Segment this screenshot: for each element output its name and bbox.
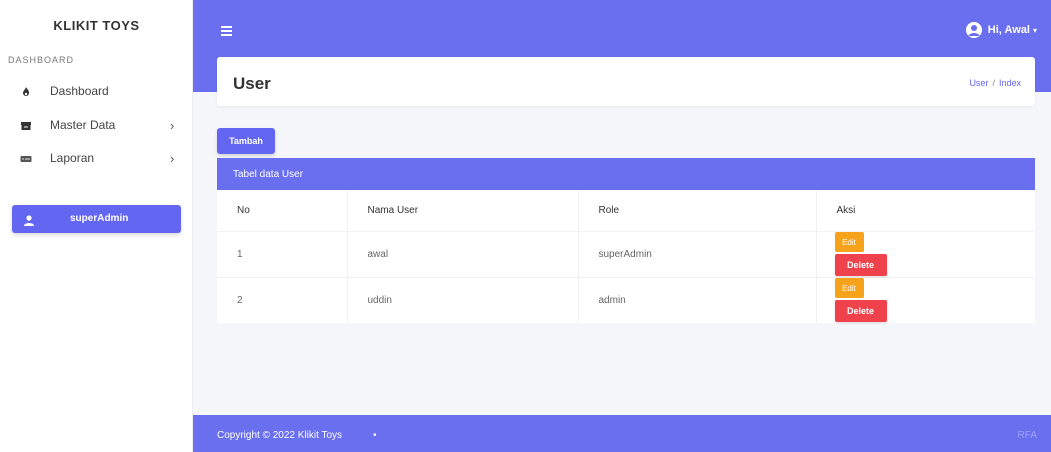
footer: Copyright © 2022 Klikit Toys • RFA — [193, 415, 1051, 452]
breadcrumb-separator: / — [992, 78, 995, 88]
table-row: 2 uddin admin Edit Delete — [217, 276, 1035, 323]
footer-bullet: • — [373, 430, 377, 441]
table-caption: Tabel data User — [217, 158, 1035, 190]
box-icon — [20, 119, 32, 131]
brand-logo[interactable]: KLIKIT TOYS — [0, 18, 193, 33]
table-row: 1 awal superAdmin Edit Delete — [217, 230, 1035, 277]
avatar-icon — [965, 22, 982, 38]
breadcrumb: User / Index — [969, 78, 1021, 88]
user-greeting: Hi, Awal — [987, 24, 1030, 36]
page-title: User — [233, 74, 271, 93]
report-icon — [20, 152, 32, 164]
cell-no: 1 — [217, 230, 348, 277]
cell-aksi: Edit Delete — [816, 230, 1035, 277]
cell-no: 2 — [217, 276, 348, 323]
cell-aksi: Edit Delete — [816, 276, 1035, 323]
chevron-right-icon: › — [170, 150, 175, 166]
fire-icon — [20, 85, 32, 97]
hamburger-icon[interactable] — [221, 26, 232, 38]
user-role-label: superAdmin — [70, 213, 129, 224]
sidebar-item-laporan[interactable]: Laporan › — [0, 144, 193, 172]
sidebar-user-role[interactable]: superAdmin — [12, 205, 181, 233]
column-header-role: Role — [578, 190, 817, 231]
user-icon — [24, 213, 34, 231]
caret-down-icon: ▾ — [1032, 25, 1037, 35]
cell-nama-user: uddin — [347, 276, 579, 323]
edit-button[interactable]: Edit — [834, 232, 864, 252]
cell-role: superAdmin — [578, 230, 817, 277]
user-table-card: Tabel data User No Nama User Role Aksi 1… — [217, 158, 1035, 323]
sidebar-item-dashboard[interactable]: Dashboard — [0, 77, 193, 105]
column-header-aksi: Aksi — [816, 190, 1035, 231]
sidebar-item-master-data[interactable]: Master Data › — [0, 111, 193, 139]
column-header-nama-user: Nama User — [347, 190, 579, 231]
breadcrumb-item-index[interactable]: Index — [999, 78, 1021, 88]
edit-button[interactable]: Edit — [834, 278, 864, 299]
page-header: User User / Index — [217, 57, 1035, 106]
footer-right-text: RFA — [1017, 430, 1037, 441]
sidebar-section-label: DASHBOARD — [8, 55, 75, 65]
delete-button[interactable]: Delete — [834, 300, 887, 323]
user-menu[interactable]: Hi, Awal ▾ — [965, 22, 1037, 38]
sidebar-item-label: Dashboard — [50, 84, 109, 98]
column-header-no: No — [217, 190, 348, 231]
breadcrumb-item-user[interactable]: User — [969, 78, 988, 88]
sidebar-item-label: Laporan — [50, 151, 95, 165]
user-table: No Nama User Role Aksi 1 awal superAdmin… — [217, 190, 1035, 323]
sidebar: KLIKIT TOYS DASHBOARD Dashboard Master D… — [0, 0, 193, 452]
chevron-right-icon: › — [170, 117, 175, 133]
cell-nama-user: awal — [347, 230, 579, 277]
cell-role: admin — [578, 276, 817, 323]
sidebar-item-label: Master Data — [50, 118, 116, 132]
footer-copyright: Copyright © 2022 Klikit Toys — [217, 430, 343, 441]
add-button[interactable]: Tambah — [217, 128, 275, 154]
delete-button[interactable]: Delete — [834, 254, 887, 276]
table-header-row: No Nama User Role Aksi — [217, 190, 1035, 231]
